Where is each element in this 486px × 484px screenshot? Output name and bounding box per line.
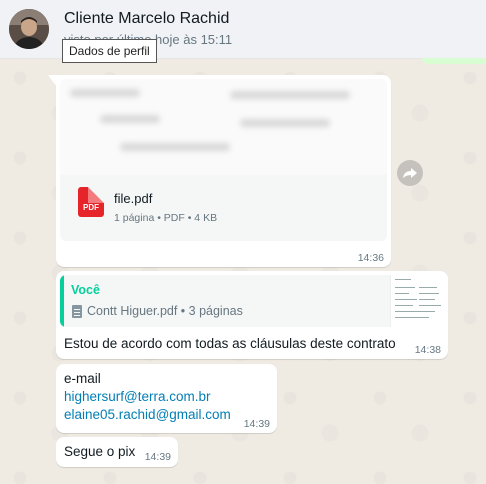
message-text: Estou de acordo com todas as cláusulas d… [64, 336, 396, 351]
quoted-message[interactable]: Você Contt Higuer.pdf • 3 páginas [60, 275, 444, 327]
quote-file: Contt Higuer.pdf • 3 páginas [87, 304, 243, 318]
document-icon [72, 305, 82, 318]
message-time: 14:39 [144, 451, 171, 463]
chat-header[interactable]: Cliente Marcelo Rachid visto por último … [0, 0, 486, 63]
quote-author: Você [71, 283, 100, 297]
quote-document-thumbnail [390, 275, 444, 327]
document-message[interactable]: PDF file.pdf 1 página • PDF • 4 KB 14:36 [56, 75, 391, 267]
profile-tooltip: Dados de perfil [62, 39, 157, 63]
contact-name[interactable]: Cliente Marcelo Rachid [64, 10, 229, 28]
message-time: 14:38 [414, 344, 441, 356]
forward-button[interactable] [397, 160, 423, 186]
reply-message[interactable]: Você Contt Higuer.pdf • 3 páginas Estou … [56, 271, 448, 359]
message-time: 14:39 [243, 418, 270, 430]
forward-icon [403, 168, 417, 178]
pdf-icon: PDF [78, 187, 104, 217]
file-meta: 1 página • PDF • 4 KB [114, 212, 218, 224]
file-card[interactable]: PDF file.pdf 1 página • PDF • 4 KB [60, 175, 387, 241]
text-message[interactable]: Segue o pix 14:39 [56, 437, 178, 467]
text-message[interactable]: e-mail highersurf@terra.com.br elaine05.… [56, 364, 277, 433]
message-line: e-mail [64, 371, 101, 386]
outgoing-bubble-edge [422, 58, 486, 64]
message-text: Segue o pix [64, 444, 136, 459]
document-preview[interactable] [60, 79, 387, 175]
email-link[interactable]: highersurf@terra.com.br [64, 388, 211, 406]
avatar[interactable] [9, 9, 49, 49]
pdf-icon-label: PDF [83, 203, 99, 212]
quote-accent-bar [60, 275, 64, 327]
email-link[interactable]: elaine05.rachid@gmail.com [64, 406, 231, 424]
message-time: 14:36 [357, 252, 384, 264]
file-name: file.pdf [114, 191, 153, 206]
